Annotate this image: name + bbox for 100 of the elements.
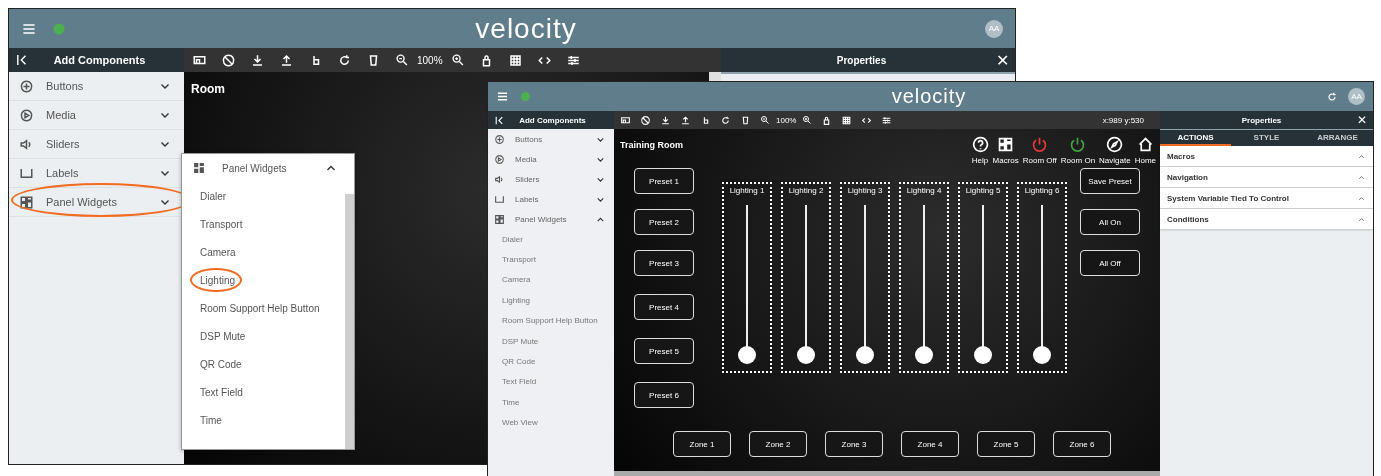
menu-icon[interactable] [496,90,509,103]
properties-section[interactable]: Navigation [1160,167,1373,187]
properties-section[interactable]: Macros [1160,146,1373,166]
widget-item[interactable]: Camera [488,269,614,291]
properties-section[interactable]: System Variable Tied To Control [1160,188,1373,208]
room-title: Room [191,82,225,96]
widget-item[interactable]: Web View [488,412,614,433]
download-icon[interactable] [660,114,671,126]
scene-button[interactable]: All Off [1080,250,1140,276]
download-icon[interactable] [250,52,265,68]
dropdown-header[interactable]: Panel Widgets [182,154,354,182]
zoom-level: 100% [776,115,797,125]
zoom-level: 100% [417,54,443,66]
refresh-icon[interactable] [720,114,731,126]
preset-button[interactable]: Preset 4 [634,294,694,320]
zoom-in-icon[interactable] [802,115,813,125]
properties-tab[interactable]: STYLE [1231,130,1302,146]
preset-button[interactable]: Preset 3 [634,250,694,276]
component-category[interactable]: Media [488,149,614,169]
power-icon[interactable] [1069,136,1087,153]
widget-item[interactable]: Room Support Help Button [200,302,320,314]
preset-button[interactable]: Preset 5 [634,338,694,364]
widget-item[interactable]: Lighting [488,290,614,311]
cup-icon[interactable] [740,114,751,126]
widgets-icon [19,194,34,210]
refresh-icon[interactable] [337,52,352,68]
scene-button[interactable]: All On [1080,209,1140,235]
scrollbar[interactable] [345,194,354,449]
slider-thumb[interactable] [738,346,756,364]
component-category[interactable]: Buttons [488,129,614,149]
widget-item[interactable]: Room Support Help Button [488,310,614,331]
zoom-out-icon[interactable] [760,115,770,125]
close-icon[interactable]: ✕ [996,50,1009,70]
lighting-slider[interactable]: Lighting 4 [899,182,949,373]
zone-button[interactable]: Zone 2 [749,431,807,457]
lighting-slider[interactable]: Lighting 3 [840,182,890,373]
zone-button[interactable]: Zone 6 [1053,431,1111,457]
slider-thumb[interactable] [856,346,874,364]
device-icon[interactable] [620,114,631,126]
speaker-icon [494,173,505,185]
power-icon[interactable] [1031,136,1049,153]
widgets-icon [192,161,206,175]
action-label: Navigate [1099,156,1131,165]
preset-button[interactable]: Preset 1 [634,168,694,194]
lighting-slider[interactable]: Lighting 1 [722,182,772,373]
compass-icon[interactable] [1106,136,1124,153]
component-category[interactable]: Panel Widgets [488,209,614,229]
grid-icon[interactable] [841,114,853,126]
widget-item[interactable]: Text Field [200,386,243,398]
widgets-icon [494,213,505,225]
widget-item[interactable]: Transport [488,249,614,270]
zone-button[interactable]: Zone 4 [901,431,959,457]
help-icon[interactable] [971,136,989,153]
zone-button[interactable]: Zone 3 [825,431,883,457]
component-category[interactable]: Labels [488,189,614,209]
bracket-icon [494,193,505,205]
slider-thumb[interactable] [1033,346,1051,364]
zoom-in-icon[interactable] [450,53,465,67]
collapse-icon[interactable] [494,114,505,126]
lighting-slider[interactable]: Lighting 2 [781,182,831,373]
properties-section[interactable]: Conditions [1160,209,1373,229]
lighting-slider[interactable]: Lighting 6 [1017,182,1067,373]
widget-item[interactable]: QR Code [488,351,614,372]
widget-item[interactable]: Dialer [488,229,614,250]
component-category[interactable]: Sliders [488,169,614,189]
upload-icon[interactable] [279,52,294,68]
widget-item[interactable]: Camera [200,246,236,258]
zoom-out-icon[interactable] [395,53,409,67]
action-label: Help [971,156,989,165]
collapse-icon[interactable] [15,53,29,67]
widget-item[interactable]: Time [488,392,614,413]
upload-icon[interactable] [680,114,691,126]
preset-button[interactable]: Preset 6 [634,382,694,408]
widget-item[interactable]: QR Code [200,358,242,370]
widget-item[interactable]: Time [200,414,222,426]
slider-thumb[interactable] [915,346,933,364]
slider-thumb[interactable] [797,346,815,364]
rotate-icon[interactable] [221,52,236,68]
lighting-slider[interactable]: Lighting 5 [958,182,1008,373]
widget-item[interactable]: DSP Mute [488,330,614,352]
action-label: Room On [1060,156,1096,165]
app-logo: velocity [890,85,968,108]
rotate-icon[interactable] [640,114,651,126]
home-icon[interactable] [1136,136,1154,153]
slider-thumb[interactable] [974,346,992,364]
widget-item[interactable]: DSP Mute [200,330,246,342]
widgets-icon[interactable] [997,136,1015,153]
sliders-icon[interactable] [881,114,893,126]
widget-item[interactable]: Text Field [488,371,614,393]
preset-button[interactable]: Preset 2 [634,209,694,235]
zone-button[interactable]: Zone 1 [673,431,731,457]
widget-item[interactable]: Lighting [200,274,236,286]
properties-tab[interactable]: ARRANGE [1302,130,1373,146]
close-icon[interactable]: ✕ [1357,113,1367,127]
widget-item[interactable]: Transport [200,218,243,230]
grid-icon[interactable] [507,52,523,68]
action-label: Home [1134,156,1156,165]
scene-button[interactable]: Save Preset [1080,168,1140,194]
widget-item[interactable]: Dialer [200,190,227,202]
zone-button[interactable]: Zone 5 [977,431,1035,457]
